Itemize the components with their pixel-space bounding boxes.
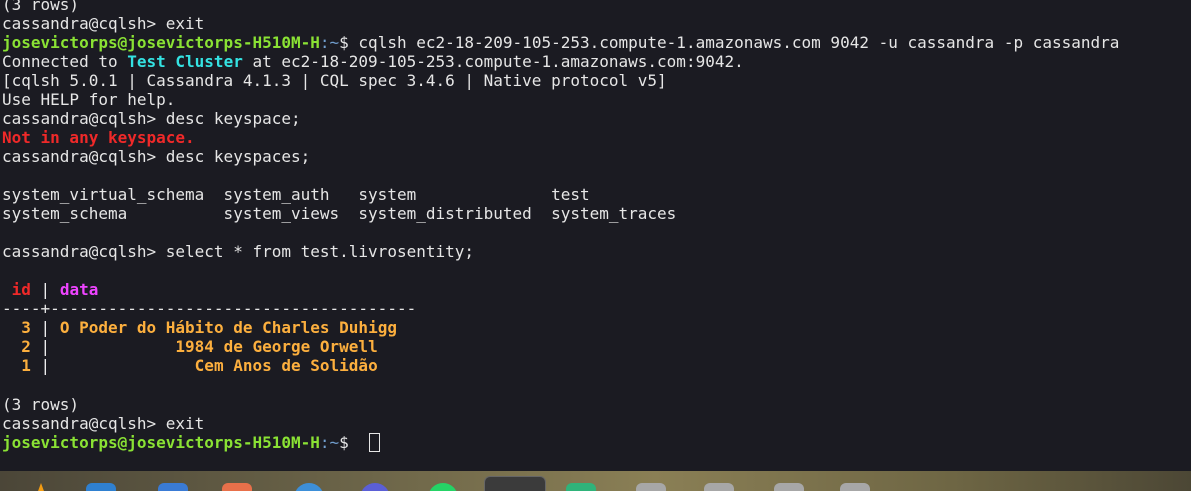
- error-line: Not in any keyspace.: [2, 128, 195, 147]
- output-line: cassandra@cqlsh> desc keyspace;: [2, 109, 301, 128]
- terminal-window[interactable]: (3 rows) cassandra@cqlsh> exit josevicto…: [0, 0, 1191, 471]
- keyspace-list-line: system_schema system_views system_distri…: [2, 204, 677, 223]
- output-line: Use HELP for help.: [2, 90, 176, 109]
- table-divider: ----+-----------------------------------…: [2, 299, 417, 318]
- output-text: at ec2-18-209-105-253.compute-1.amazonaw…: [242, 52, 744, 71]
- cell-data: Cem Anos de Solidão: [59, 356, 378, 375]
- output-line: (3 rows): [2, 0, 80, 14]
- column-separator: |: [30, 318, 60, 337]
- vlc-icon[interactable]: [30, 483, 52, 491]
- output-line: (3 rows): [2, 395, 80, 414]
- output-line: cassandra@cqlsh> desc keyspaces;: [2, 147, 311, 166]
- column-header-data: data: [59, 280, 99, 299]
- cell-id: 2: [2, 337, 31, 356]
- cell-id: 3: [2, 318, 31, 337]
- prompt-path: :~: [319, 33, 340, 52]
- prompt-user-host: josevictorps@josevictorps-H510M-H: [2, 33, 320, 52]
- column-separator: |: [30, 356, 60, 375]
- app-icon-4[interactable]: [840, 483, 870, 491]
- prompt-user-host: josevictorps@josevictorps-H510M-H: [2, 433, 320, 452]
- output-line: cassandra@cqlsh> exit: [2, 414, 205, 433]
- column-separator: |: [30, 337, 60, 356]
- cluster-name: Test Cluster: [127, 52, 243, 71]
- browser-icon[interactable]: [294, 483, 324, 491]
- output-line: cassandra@cqlsh> select * from test.livr…: [2, 242, 475, 261]
- table-row: 3 | O Poder do Hábito de Charles Duhigg: [2, 318, 397, 337]
- cell-id: 1: [2, 356, 31, 375]
- prompt-line: josevictorps@josevictorps-H510M-H:~$: [2, 433, 358, 452]
- text-cursor: [369, 433, 380, 452]
- column-separator: |: [30, 280, 60, 299]
- table-row: 1 | Cem Anos de Solidão: [2, 356, 378, 375]
- app-green-icon[interactable]: [566, 483, 596, 491]
- output-line: Connected to Test Cluster at ec2-18-209-…: [2, 52, 744, 71]
- app-icon-3[interactable]: [774, 483, 804, 491]
- prompt-line: josevictorps@josevictorps-H510M-H:~$ cql…: [2, 33, 1119, 52]
- output-line: cassandra@cqlsh> exit: [2, 14, 205, 33]
- taskbar: [0, 471, 1191, 491]
- files-icon[interactable]: [86, 483, 116, 491]
- store-icon[interactable]: [222, 483, 252, 491]
- text-editor-icon[interactable]: [158, 483, 188, 491]
- command-text: $ cqlsh ec2-18-209-105-253.compute-1.ama…: [339, 33, 1120, 52]
- cell-data: O Poder do Hábito de Charles Duhigg: [59, 318, 397, 337]
- output-text: Connected to: [2, 52, 128, 71]
- app-icon-2[interactable]: [704, 483, 734, 491]
- command-text: $: [339, 433, 359, 452]
- whatsapp-icon[interactable]: [428, 483, 458, 491]
- prompt-path: :~: [319, 433, 340, 452]
- cell-data: 1984 de George Orwell: [59, 337, 378, 356]
- column-header-id: id: [2, 280, 31, 299]
- app-icon-1[interactable]: [636, 483, 666, 491]
- output-line: [cqlsh 5.0.1 | Cassandra 4.1.3 | CQL spe…: [2, 71, 667, 90]
- terminal-icon[interactable]: [484, 476, 546, 491]
- keyspace-list-line: system_virtual_schema system_auth system…: [2, 185, 590, 204]
- table-row: 2 | 1984 de George Orwell: [2, 337, 378, 356]
- app-icon[interactable]: [360, 483, 390, 491]
- table-header: id | data: [2, 280, 99, 299]
